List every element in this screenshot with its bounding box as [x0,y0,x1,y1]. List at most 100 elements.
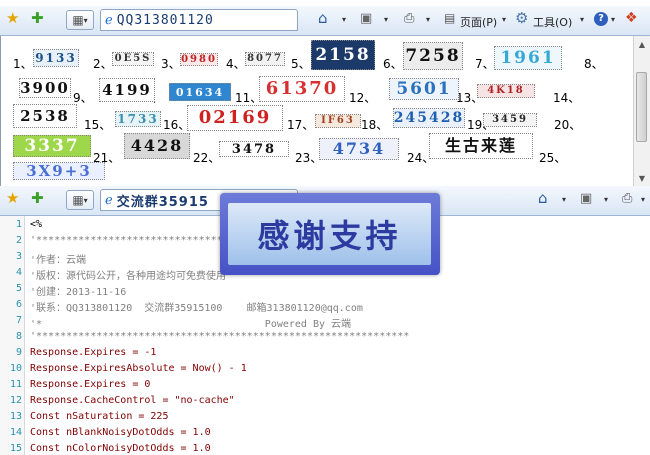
code-line: 8 '**************************************… [0,331,650,347]
chevron-down-icon[interactable]: ▾ [604,196,608,204]
captcha-number-label: 4、 [226,57,246,71]
captcha-image: IF63 [315,114,361,128]
captcha-image: 3478 [219,141,289,157]
line-number: 13 [9,411,22,422]
scroll-up-icon[interactable]: ▲ [634,36,650,52]
rss-icon[interactable]: ▣ [580,192,592,205]
chevron-down-icon[interactable]: ▾ [502,16,506,24]
tools-gear-icon[interactable]: ⚙ [515,11,528,26]
captcha-image: 5601 [389,78,459,100]
add-favorite-icon[interactable]: ✚ [31,191,44,206]
home-icon[interactable]: ⌂ [318,11,328,26]
tab-grid-button[interactable]: ▦ ▾ [66,190,94,210]
line-number: 2 [15,235,22,246]
tab-title: 交流群35915 [116,194,209,210]
line-number: 10 [9,363,22,374]
rss-icon[interactable]: ▣ [360,12,372,25]
captcha-number-label: 25、 [539,151,567,165]
line-number: 5 [15,283,22,294]
captcha-number-label: 17、 [287,118,315,132]
captcha-number-label: 3、 [161,57,181,71]
captcha-image: 0E5S [112,52,154,66]
code-line: 5 '创建：2013-11-16 [0,283,650,299]
captcha-image: 3X9+3 [13,162,105,180]
captcha-image: 3459 [483,113,537,127]
captcha-number-label: 20、 [554,118,582,132]
code-text: '版权：源代码公开，各种用途均可免费使用 [30,271,227,282]
star-icon[interactable]: ★ [6,11,19,26]
code-line: 6 '联系：QQ313801120 交流群35915100 邮箱313801120… [0,299,650,315]
captcha-image: 4199 [99,78,155,102]
captcha-image: 0980 [180,53,218,66]
tab-grid-button[interactable]: ▦ ▾ [66,10,94,30]
windows-icon[interactable]: ❖ [625,11,638,25]
captcha-image: 9133 [33,49,79,67]
code-text: Const nColorNoisyDotOdds = 1.0 [30,443,211,454]
captcha-number-label: 9、 [73,91,93,105]
vertical-scrollbar[interactable]: ▲ ▼ [633,36,650,186]
captcha-number-label: 15、 [84,118,112,132]
line-number: 7 [15,315,22,326]
captcha-image: 2538 [13,104,77,128]
code-text: '作者：云端 [30,255,87,266]
captcha-image: 8077 [245,52,285,66]
help-icon[interactable]: ? [594,12,608,26]
captcha-page: 1、2、3、4、5、6、7、8、9、10、11、12、13、14、15、16、1… [0,36,633,186]
code-text: Const nSaturation = 225 [30,411,169,422]
tab-grid-icon: ▦ [72,13,84,27]
code-text: '***************************************… [30,331,410,342]
scroll-down-icon[interactable]: ▼ [634,170,650,186]
line-number: 15 [9,443,22,454]
code-text: '* Powered By 云端 [30,319,352,330]
captcha-number-label: 8、 [584,57,604,71]
print-icon[interactable]: ⎙ [622,192,632,205]
code-line: 10 Response.ExpiresAbsolute = Now() - 1 [0,363,650,379]
chevron-down-icon[interactable]: ▾ [641,196,645,204]
captcha-image: 245428 [393,108,465,128]
banner-inner: 感谢支持 [228,203,431,265]
chevron-down-icon[interactable]: ▾ [342,16,346,24]
code-text: '联系：QQ313801120 交流群35915100 邮箱313801120@… [30,303,363,314]
captcha-number-label: 7、 [475,57,495,71]
chevron-down-icon[interactable]: ▾ [580,16,584,24]
captcha-image: 4734 [319,138,399,160]
browser-toolbar-top: ★ ✚ ▦ ▾ ℯ QQ313801120 ⌂ ▾ ▣ ▾ ⎙ ▾ ▤ 页面(P)… [0,6,650,36]
chevron-down-icon[interactable]: ▾ [611,16,615,24]
captcha-number-label: 12、 [349,91,377,105]
page-icon[interactable]: ▤ [444,12,455,24]
code-line: 13 Const nSaturation = 225 [0,411,650,427]
captcha-number-label: 22、 [193,151,221,165]
code-line: 11 Response.Expires = 0 [0,379,650,395]
print-icon[interactable]: ⎙ [404,12,414,25]
star-icon[interactable]: ★ [6,191,19,206]
captcha-number-label: 5、 [291,57,311,71]
code-text: Const nBlankNoisyDotOdds = 1.0 [30,427,211,438]
captcha-image: 3337 [13,135,91,157]
menu-page[interactable]: 页面(P) [460,14,497,30]
scroll-thumb[interactable] [636,72,647,142]
line-number: 9 [15,347,22,358]
code-line: 15 Const nColorNoisyDotOdds = 1.0 [0,443,650,455]
add-favorite-icon[interactable]: ✚ [31,11,44,26]
line-number: 14 [9,427,22,438]
captcha-image: 3900 [19,78,71,98]
code-text: Response.Expires = 0 [30,379,151,390]
chevron-down-icon[interactable]: ▾ [384,16,388,24]
menu-tools[interactable]: 工具(O) [533,14,572,30]
line-number: 4 [15,267,22,278]
captcha-image: 61370 [259,76,345,102]
captcha-image: 1733 [115,111,161,127]
chevron-down-icon[interactable]: ▾ [426,16,430,24]
tab-active[interactable]: ℯ QQ313801120 [100,9,298,31]
code-text: <% [30,219,43,230]
ie-page-icon: ℯ [105,192,113,208]
chevron-down-icon[interactable]: ▾ [562,196,566,204]
home-icon[interactable]: ⌂ [538,191,548,206]
code-line: 14 Const nBlankNoisyDotOdds = 1.0 [0,427,650,443]
chevron-down-icon: ▾ [83,15,88,25]
captcha-number-label: 18、 [361,118,389,132]
captcha-image: 4K18 [477,84,535,98]
captcha-number-label: 1、 [13,57,33,71]
code-line: 12 Response.CacheControl = "no-cache" [0,395,650,411]
line-number: 8 [15,331,22,342]
